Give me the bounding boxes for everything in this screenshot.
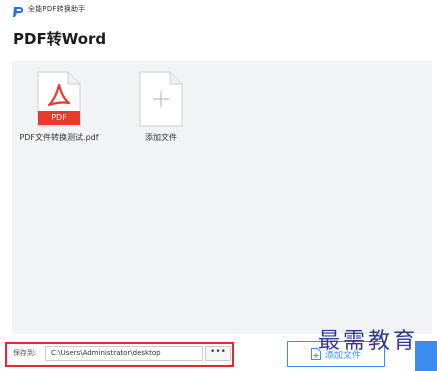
- app-name: 全能PDF转换助手: [28, 5, 86, 13]
- page-title: PDF转Word: [13, 30, 107, 48]
- pdf-file-icon: PDF: [37, 71, 81, 127]
- app-logo-icon: [12, 3, 24, 17]
- add-file-label[interactable]: 添加文件: [116, 132, 206, 143]
- browse-button[interactable]: •••: [205, 346, 231, 361]
- file-list-area[interactable]: PDF PDF文件转换测试.pdf 添加文件: [12, 61, 432, 334]
- title-bar: 全能PDF转换助手: [0, 0, 437, 18]
- watermark: 最需教育: [318, 329, 419, 354]
- file-item-pdf[interactable]: PDF PDF文件转换测试.pdf: [14, 71, 104, 143]
- save-to-label: 保存到:: [13, 349, 37, 357]
- add-file-icon[interactable]: [139, 71, 183, 127]
- file-name: PDF文件转换测试.pdf: [19, 133, 99, 142]
- pdf-badge-label: PDF: [51, 113, 67, 122]
- add-file-tile[interactable]: 添加文件: [116, 71, 206, 143]
- save-path-input[interactable]: C:\Users\Administrator\desktop: [45, 346, 203, 361]
- convert-button[interactable]: [415, 341, 437, 371]
